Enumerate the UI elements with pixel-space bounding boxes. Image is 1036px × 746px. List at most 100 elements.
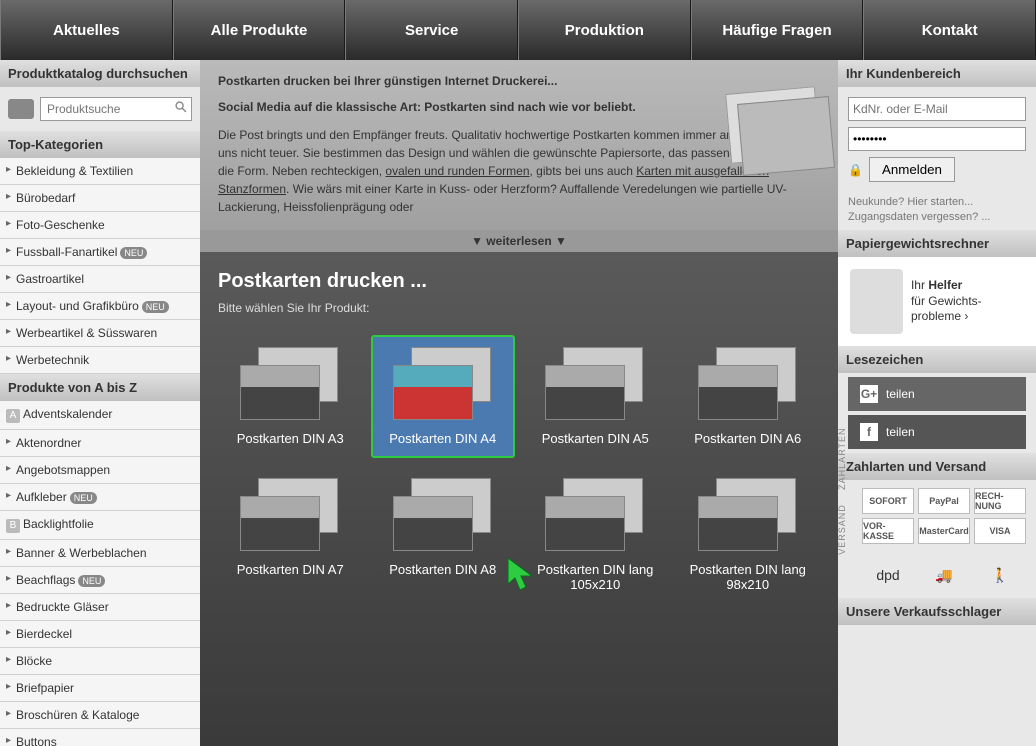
nav-produktion[interactable]: Produktion	[518, 0, 691, 60]
intro-image	[725, 86, 821, 164]
neu-badge: NEU	[142, 301, 169, 313]
nav-service[interactable]: Service	[345, 0, 518, 60]
product-image	[545, 478, 645, 548]
product-card[interactable]: Postkarten DIN A4	[371, 335, 516, 458]
topcat-item[interactable]: Werbeartikel & Süsswaren	[0, 320, 200, 347]
product-image	[545, 347, 645, 417]
product-image	[393, 347, 493, 417]
facebook-icon: f	[860, 423, 878, 441]
neu-badge: NEU	[120, 247, 147, 259]
intro-title: Postkarten drucken bei Ihrer günstigen I…	[218, 74, 820, 88]
product-card[interactable]: Postkarten DIN A3	[218, 335, 363, 458]
product-card[interactable]: Postkarten DIN lang 105x210	[523, 466, 668, 604]
product-label: Postkarten DIN lang 105x210	[529, 562, 662, 592]
topcat-item[interactable]: Fussball-FanartikelNEU	[0, 239, 200, 266]
az-item[interactable]: Bierdeckel	[0, 621, 200, 648]
alpha-badge: A	[6, 409, 20, 423]
products-subtitle: Bitte wählen Sie Ihr Produkt:	[218, 301, 820, 315]
search-icon[interactable]	[174, 100, 188, 114]
product-card[interactable]: Postkarten DIN A8	[371, 466, 516, 604]
az-item[interactable]: Broschüren & Kataloge	[0, 702, 200, 729]
topcat-item[interactable]: Bürobedarf	[0, 185, 200, 212]
right-sidebar: Ihr Kundenbereich 🔒 Anmelden Neukunde? H…	[838, 60, 1036, 746]
pay-method: VOR-KASSE	[862, 518, 914, 544]
product-label: Postkarten DIN lang 98x210	[682, 562, 815, 592]
new-customer-link[interactable]: Neukunde? Hier starten...	[848, 196, 1026, 208]
az-item[interactable]: Aktenordner	[0, 430, 200, 457]
forgot-link[interactable]: Zugangsdaten vergessen? ...	[848, 211, 1026, 223]
products-title: Postkarten drucken ...	[218, 270, 820, 293]
product-image	[240, 347, 340, 417]
product-image	[698, 478, 798, 548]
left-sidebar: Produktkatalog durchsuchen Top-Kategorie…	[0, 60, 200, 746]
product-card[interactable]: Postkarten DIN A7	[218, 466, 363, 604]
topcat-item[interactable]: Werbetechnik	[0, 347, 200, 374]
login-title: Ihr Kundenbereich	[838, 60, 1036, 87]
pay-method: PayPal	[918, 488, 970, 514]
product-label: Postkarten DIN A3	[224, 431, 357, 446]
cursor-icon	[506, 556, 536, 594]
username-input[interactable]	[848, 97, 1026, 121]
topcat-item[interactable]: Layout- und GrafikbüroNEU	[0, 293, 200, 320]
product-image	[240, 478, 340, 548]
az-item[interactable]: BeachflagsNEU	[0, 567, 200, 594]
pay-method: RECH-NUNG	[974, 488, 1026, 514]
calc-title: Papiergewichtsrechner	[838, 230, 1036, 257]
ship-method: dpd	[862, 560, 914, 590]
az-item[interactable]: Bedruckte Gläser	[0, 594, 200, 621]
bestseller-title: Unsere Verkaufsschlager	[838, 598, 1036, 625]
product-card[interactable]: Postkarten DIN A6	[676, 335, 821, 458]
cart-icon	[8, 99, 34, 119]
share-facebook-button[interactable]: f teilen	[848, 415, 1026, 449]
product-label: Postkarten DIN A4	[377, 431, 510, 446]
product-label: Postkarten DIN A7	[224, 562, 357, 577]
nav-haeufige-fragen[interactable]: Häufige Fragen	[691, 0, 864, 60]
product-card[interactable]: Postkarten DIN A5	[523, 335, 668, 458]
search-input[interactable]	[40, 97, 192, 121]
helper-text: Ihr Helfer für Gewichts-probleme ›	[911, 278, 1024, 325]
pay-label: ZAHLARTEN	[837, 427, 847, 489]
topcat-item[interactable]: Foto-Geschenke	[0, 212, 200, 239]
nav-kontakt[interactable]: Kontakt	[863, 0, 1036, 60]
product-card[interactable]: Postkarten DIN lang 98x210	[676, 466, 821, 604]
nav-aktuelles[interactable]: Aktuelles	[0, 0, 173, 60]
link-ovale-formen[interactable]: ovalen und runden Formen	[385, 164, 529, 178]
share-google-button[interactable]: G+ teilen	[848, 377, 1026, 411]
google-plus-icon: G+	[860, 385, 878, 403]
password-input[interactable]	[848, 127, 1026, 151]
az-item[interactable]: Angebotsmappen	[0, 457, 200, 484]
topcat-item[interactable]: Bekleidung & Textilien	[0, 158, 200, 185]
intro-panel: Postkarten drucken bei Ihrer günstigen I…	[200, 60, 838, 230]
product-label: Postkarten DIN A6	[682, 431, 815, 446]
product-label: Postkarten DIN A8	[377, 562, 510, 577]
topcat-item[interactable]: Gastroartikel	[0, 266, 200, 293]
pay-title: Zahlarten und Versand	[838, 453, 1036, 480]
az-item[interactable]: Blöcke	[0, 648, 200, 675]
alpha-badge: B	[6, 519, 20, 533]
neu-badge: NEU	[78, 575, 105, 587]
helper-image	[850, 269, 903, 334]
ship-method: 🚶	[974, 560, 1026, 590]
login-button[interactable]: Anmelden	[869, 157, 955, 182]
pay-method: MasterCard	[918, 518, 970, 544]
az-item[interactable]: BBacklightfolie	[0, 511, 200, 540]
az-item[interactable]: Banner & Werbeblachen	[0, 540, 200, 567]
pay-method: SOFORT	[862, 488, 914, 514]
bookmark-title: Lesezeichen	[838, 346, 1036, 373]
nav-alle-produkte[interactable]: Alle Produkte	[173, 0, 346, 60]
pay-method: VISA	[974, 518, 1026, 544]
readmore-button[interactable]: ▼ weiterlesen ▼	[200, 230, 838, 252]
az-title: Produkte von A bis Z	[0, 374, 200, 401]
az-item[interactable]: Buttons	[0, 729, 200, 746]
az-item[interactable]: Briefpapier	[0, 675, 200, 702]
neu-badge: NEU	[70, 492, 97, 504]
az-item[interactable]: AAdventskalender	[0, 401, 200, 430]
helper-box[interactable]: Ihr Helfer für Gewichts-probleme ›	[838, 257, 1036, 346]
top-cat-title: Top-Kategorien	[0, 131, 200, 158]
product-label: Postkarten DIN A5	[529, 431, 662, 446]
ship-method: 🚚	[918, 560, 970, 590]
az-item[interactable]: AufkleberNEU	[0, 484, 200, 511]
product-image	[698, 347, 798, 417]
search-title: Produktkatalog durchsuchen	[0, 60, 200, 87]
top-nav: Aktuelles Alle Produkte Service Produkti…	[0, 0, 1036, 60]
